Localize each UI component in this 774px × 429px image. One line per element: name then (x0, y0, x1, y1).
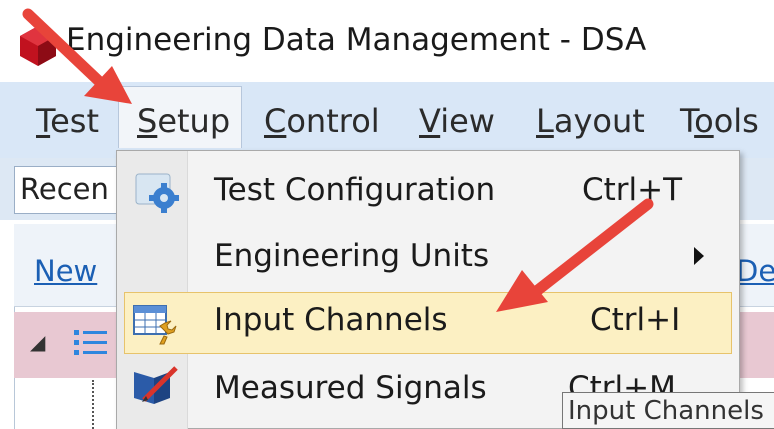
measured-signals-label: Measured Signals (214, 370, 487, 406)
recent-label: Recen (20, 172, 109, 206)
menu-tools-pre: T (680, 102, 695, 140)
test-configuration-label: Test Configuration (214, 172, 496, 208)
input-channels-label: Input Channels (214, 302, 448, 338)
table-wrench-icon (133, 305, 177, 345)
signal-pen-icon (134, 366, 178, 404)
delete-link[interactable]: Del (736, 254, 774, 288)
engineering-units-label: Engineering Units (214, 238, 490, 274)
menu-layout-rest: ayout (553, 102, 645, 140)
menu-tools-accel: o (694, 102, 714, 140)
menu-test-rest: est (50, 102, 100, 140)
gear-icon (135, 173, 179, 213)
menu-tools-rest: ols (713, 102, 759, 140)
menu-layout-accel: L (536, 102, 554, 140)
new-link[interactable]: New (34, 254, 97, 288)
menu-bar (0, 82, 774, 158)
menu-view[interactable]: View (419, 96, 495, 146)
window-title: Engineering Data Management - DSA (66, 22, 647, 58)
menu-control[interactable]: Control (264, 96, 380, 146)
menu-test-accel: T (36, 102, 51, 140)
app-logo-icon (20, 26, 56, 66)
menu-tools[interactable]: Tools (680, 96, 759, 146)
menu-control-rest: ontrol (286, 102, 380, 140)
list-icon (74, 330, 107, 355)
menu-control-accel: C (264, 102, 287, 140)
submenu-arrow-icon (694, 247, 704, 265)
menu-setup[interactable]: Setup (118, 86, 242, 148)
menu-setup-accel: S (137, 102, 158, 140)
menu-test[interactable]: Test (36, 96, 99, 146)
tooltip-text: Input Channels (568, 396, 764, 426)
tree-connector (92, 380, 96, 429)
tree-expand-icon[interactable]: ◢ (30, 330, 45, 354)
input-channels-shortcut: Ctrl+I (590, 302, 681, 338)
menu-setup-rest: etup (157, 102, 231, 140)
menu-view-accel: V (419, 102, 441, 140)
test-configuration-shortcut: Ctrl+T (582, 172, 683, 208)
menu-layout[interactable]: Layout (536, 96, 645, 146)
menu-view-rest: iew (440, 102, 495, 140)
